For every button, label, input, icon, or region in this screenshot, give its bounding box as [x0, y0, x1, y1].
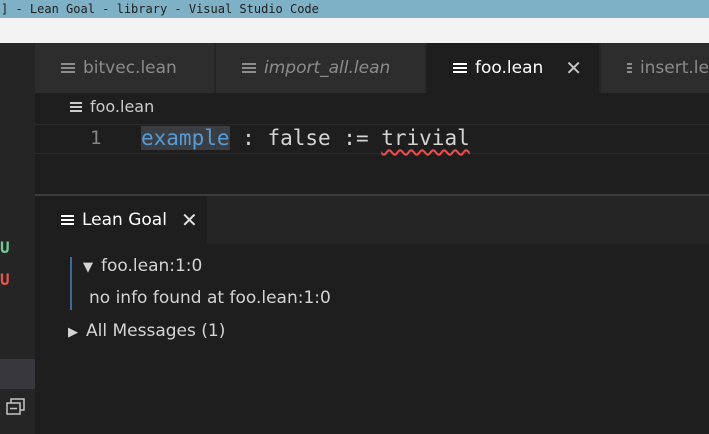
close-icon[interactable]: ✕: [565, 56, 582, 80]
scm-untracked-marker: U: [0, 238, 10, 257]
tab-label: insert.le: [639, 58, 709, 78]
breadcrumb[interactable]: foo.lean: [70, 97, 154, 116]
line-number: 1: [90, 127, 102, 149]
sidebar-selected-item[interactable]: [0, 359, 35, 389]
tab-foo[interactable]: foo.lean ✕: [427, 43, 599, 93]
menu-strip: [0, 18, 709, 43]
collapse-all-icon[interactable]: [6, 398, 26, 416]
chevron-right-icon[interactable]: ▶: [68, 325, 78, 340]
tab-label: import_all.lean: [264, 58, 391, 78]
file-lines-icon: [242, 61, 256, 75]
goal-header[interactable]: ▼ foo.lean:1:0: [83, 256, 202, 276]
tab-label: foo.lean: [475, 58, 544, 78]
tab-label: bitvec.lean: [83, 58, 177, 78]
goal-indent-bar: [70, 257, 72, 310]
panel-tab-label: Lean Goal: [82, 210, 167, 230]
chevron-down-icon[interactable]: ▼: [83, 260, 93, 275]
tab-import-all[interactable]: import_all.lean: [216, 43, 425, 93]
tab-insert[interactable]: insert.le: [601, 43, 709, 93]
scm-untracked-marker: U: [0, 270, 10, 289]
code-text[interactable]: : false :=: [230, 126, 382, 150]
tab-lean-goal[interactable]: Lean Goal ✕: [35, 196, 207, 244]
tab-bitvec[interactable]: bitvec.lean: [35, 43, 214, 93]
file-lines-icon: [61, 61, 75, 75]
code-line[interactable]: example : false := trivial: [141, 126, 470, 150]
breadcrumb-file[interactable]: foo.lean: [90, 97, 154, 116]
window-title: ] - Lean Goal - library - Visual Studio …: [0, 0, 709, 18]
file-lines-icon: [70, 100, 82, 114]
code-keyword[interactable]: example: [141, 126, 230, 150]
goal-header-label: foo.lean:1:0: [101, 256, 203, 276]
editor-tab-bar: bitvec.lean import_all.lean foo.lean ✕ i…: [35, 43, 709, 93]
activity-bar: U U: [0, 43, 35, 434]
close-icon[interactable]: ✕: [181, 208, 198, 232]
all-messages-label: All Messages (1): [86, 321, 226, 341]
code-error-token[interactable]: trivial: [381, 126, 470, 150]
file-lines-icon: [61, 213, 74, 227]
goal-message: no info found at foo.lean:1:0: [89, 288, 331, 308]
file-lines-icon: [627, 61, 632, 75]
file-lines-icon: [453, 61, 467, 75]
all-messages-toggle[interactable]: ▶ All Messages (1): [68, 321, 225, 341]
